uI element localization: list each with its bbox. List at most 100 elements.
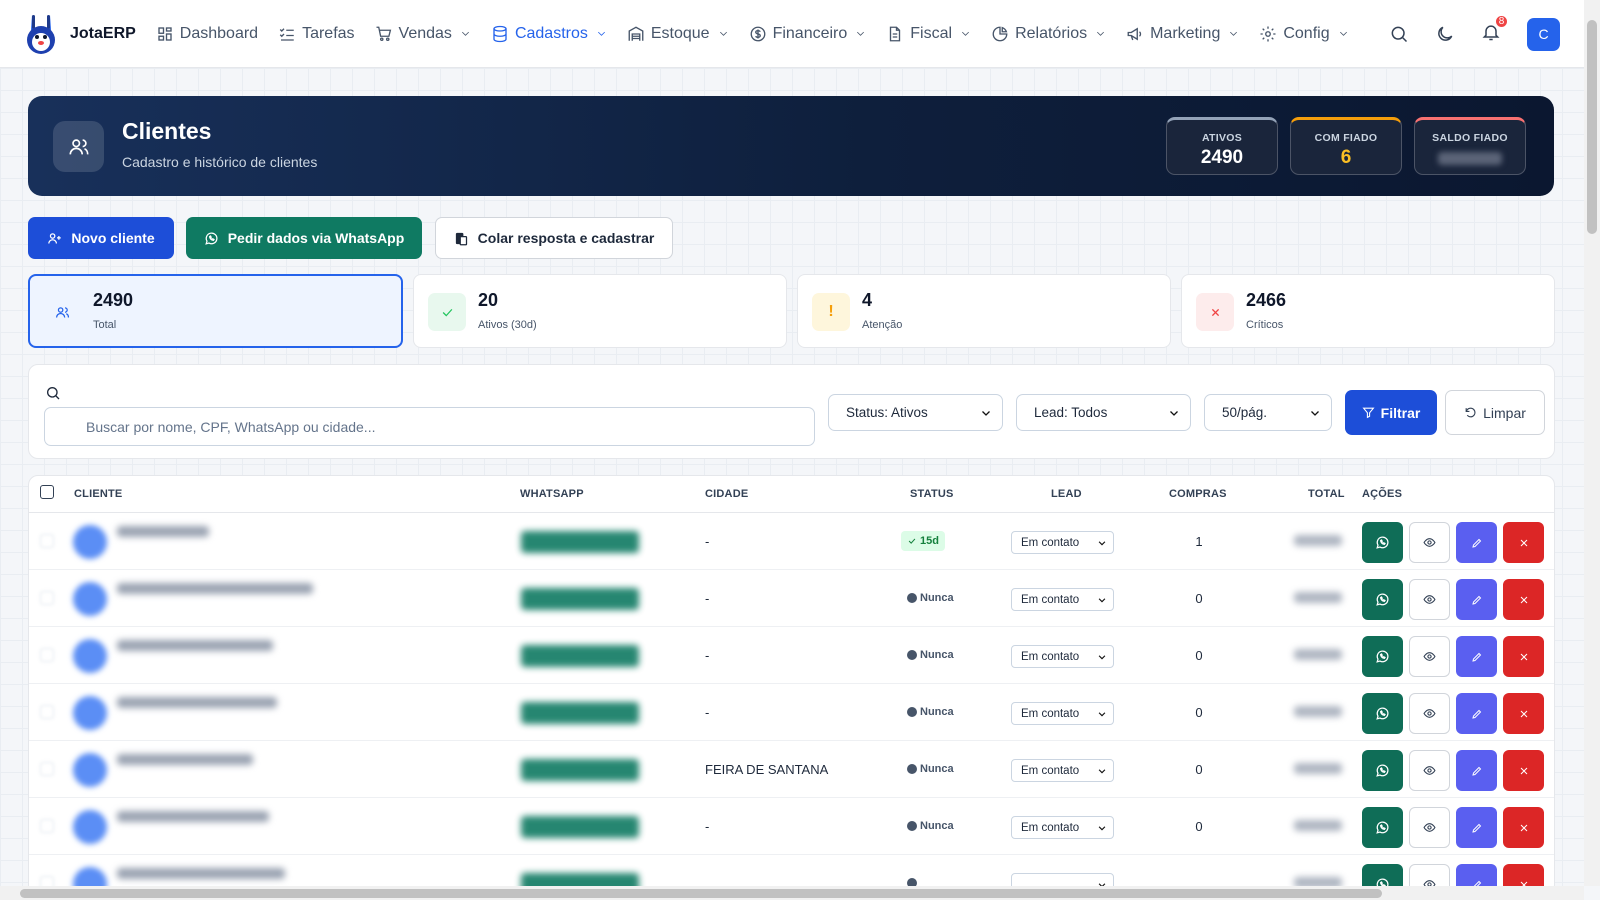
stat-card-atencao[interactable]: ! 4 Atenção — [797, 274, 1171, 348]
lead-select[interactable]: Lead: Todos — [1016, 394, 1191, 431]
purchase-count: 1 — [1195, 534, 1203, 549]
table-row[interactable]: FEIRA DE SANTANA Nunca Em contato 0 — [29, 741, 1554, 798]
delete-button[interactable] — [1503, 693, 1544, 734]
row-checkbox[interactable] — [40, 705, 54, 719]
paste-register-button[interactable]: Colar resposta e cadastrar — [435, 217, 673, 259]
status-select[interactable]: Status: Ativos — [828, 394, 1003, 431]
edit-button[interactable] — [1456, 579, 1497, 620]
row-checkbox[interactable] — [40, 819, 54, 833]
view-button[interactable] — [1409, 807, 1450, 848]
users-icon — [53, 121, 104, 172]
logo[interactable]: JotaERP — [22, 13, 136, 55]
redacted-total — [1294, 706, 1342, 717]
table-row[interactable]: - Nunca Em contato 0 — [29, 570, 1554, 627]
row-checkbox[interactable] — [40, 534, 54, 548]
client-city: - — [705, 648, 710, 663]
lead-select[interactable]: Em contato — [1011, 588, 1114, 611]
pencil-icon — [1471, 652, 1481, 662]
lead-select[interactable]: Em contato — [1011, 702, 1114, 725]
per-page-select[interactable]: 50/pág. — [1204, 394, 1332, 431]
edit-button[interactable] — [1456, 750, 1497, 791]
scrollbar-thumb[interactable] — [1587, 20, 1597, 234]
eye-icon — [1423, 595, 1436, 604]
nav-item-cadastros[interactable]: Cadastros — [491, 25, 607, 43]
delete-button[interactable] — [1503, 750, 1544, 791]
whatsapp-button[interactable] — [1362, 750, 1403, 791]
search-input[interactable] — [44, 407, 815, 446]
nav-item-estoque[interactable]: Estoque — [627, 25, 729, 43]
clock-icon — [907, 764, 917, 774]
clear-button[interactable]: Limpar — [1445, 390, 1545, 435]
scrollbar-thumb[interactable] — [20, 889, 1382, 898]
page-subtitle: Cadastro e histórico de clientes — [122, 154, 318, 170]
client-city: - — [705, 705, 710, 720]
nav-item-relatorios[interactable]: Relatórios — [991, 25, 1106, 43]
select-all-checkbox[interactable] — [40, 485, 54, 499]
nav-item-tarefas[interactable]: Tarefas — [278, 25, 355, 43]
whatsapp-button[interactable] — [1362, 693, 1403, 734]
pencil-icon — [1471, 595, 1481, 605]
delete-button[interactable] — [1503, 522, 1544, 563]
lead-select[interactable]: Em contato — [1011, 759, 1114, 782]
user-avatar-button[interactable]: C — [1527, 17, 1560, 51]
whatsapp-button[interactable] — [1362, 522, 1403, 563]
row-checkbox[interactable] — [40, 648, 54, 662]
check-icon — [908, 538, 916, 544]
megaphone-icon — [1127, 27, 1142, 40]
table-row[interactable]: - Nunca Em contato 0 — [29, 798, 1554, 855]
delete-button[interactable] — [1503, 579, 1544, 620]
stat-card-criticos[interactable]: 2466 Críticos — [1181, 274, 1555, 348]
client-city: - — [705, 591, 710, 606]
notifications-button[interactable]: 8 — [1481, 13, 1509, 47]
purchase-count: 0 — [1195, 591, 1203, 606]
delete-button[interactable] — [1503, 807, 1544, 848]
edit-button[interactable] — [1456, 693, 1497, 734]
whatsapp-button[interactable] — [1362, 636, 1403, 677]
view-button[interactable] — [1409, 579, 1450, 620]
nav-item-vendas[interactable]: Vendas — [375, 25, 471, 43]
pencil-icon — [1471, 766, 1481, 776]
filter-button[interactable]: Filtrar — [1345, 390, 1437, 435]
chevron-down-icon — [1339, 31, 1347, 36]
whatsapp-button[interactable] — [1362, 579, 1403, 620]
nav-item-dashboard[interactable]: Dashboard — [156, 25, 258, 43]
table-header: CLIENTE WHATSAPP CIDADE STATUS LEAD COMP… — [29, 476, 1554, 513]
nav-item-marketing[interactable]: Marketing — [1126, 25, 1239, 43]
view-button[interactable] — [1409, 750, 1450, 791]
view-button[interactable] — [1409, 693, 1450, 734]
lead-select[interactable]: Em contato — [1011, 645, 1114, 668]
redacted-client-name — [117, 697, 277, 708]
row-checkbox[interactable] — [40, 762, 54, 776]
table-row[interactable]: - 15d Em contato 1 — [29, 513, 1554, 570]
horizontal-scrollbar[interactable] — [0, 886, 1584, 900]
table-row[interactable]: - Nunca Em contato 0 — [29, 627, 1554, 684]
table-row[interactable]: - Nunca Em contato 0 — [29, 684, 1554, 741]
whatsapp-icon — [1376, 593, 1389, 606]
row-checkbox[interactable] — [40, 591, 54, 605]
nav-item-config[interactable]: Config — [1259, 25, 1348, 43]
close-icon — [1520, 710, 1527, 717]
vertical-scrollbar[interactable] — [1584, 0, 1600, 886]
edit-button[interactable] — [1456, 522, 1497, 563]
col-acoes: AÇÕES — [1362, 488, 1403, 500]
redacted-client-name — [117, 640, 273, 651]
status-badge: Nunca — [901, 588, 960, 608]
lead-select[interactable]: Em contato — [1011, 531, 1114, 554]
avatar — [73, 753, 107, 787]
delete-button[interactable] — [1503, 636, 1544, 677]
stat-card-total[interactable]: 2490 Total — [28, 274, 403, 348]
view-button[interactable] — [1409, 636, 1450, 677]
edit-button[interactable] — [1456, 636, 1497, 677]
whatsapp-button[interactable] — [1362, 807, 1403, 848]
edit-button[interactable] — [1456, 807, 1497, 848]
search-icon[interactable] — [1389, 24, 1409, 44]
view-button[interactable] — [1409, 522, 1450, 563]
stat-card-ativos[interactable]: 20 Ativos (30d) — [413, 274, 787, 348]
request-whatsapp-button[interactable]: Pedir dados via WhatsApp — [186, 217, 422, 259]
lead-select[interactable]: Em contato — [1011, 816, 1114, 839]
x-icon — [1196, 293, 1234, 331]
nav-item-fiscal[interactable]: Fiscal — [886, 25, 971, 43]
moon-icon[interactable] — [1435, 24, 1455, 44]
nav-item-financeiro[interactable]: Financeiro — [749, 25, 867, 43]
new-client-button[interactable]: Novo cliente — [28, 217, 174, 259]
